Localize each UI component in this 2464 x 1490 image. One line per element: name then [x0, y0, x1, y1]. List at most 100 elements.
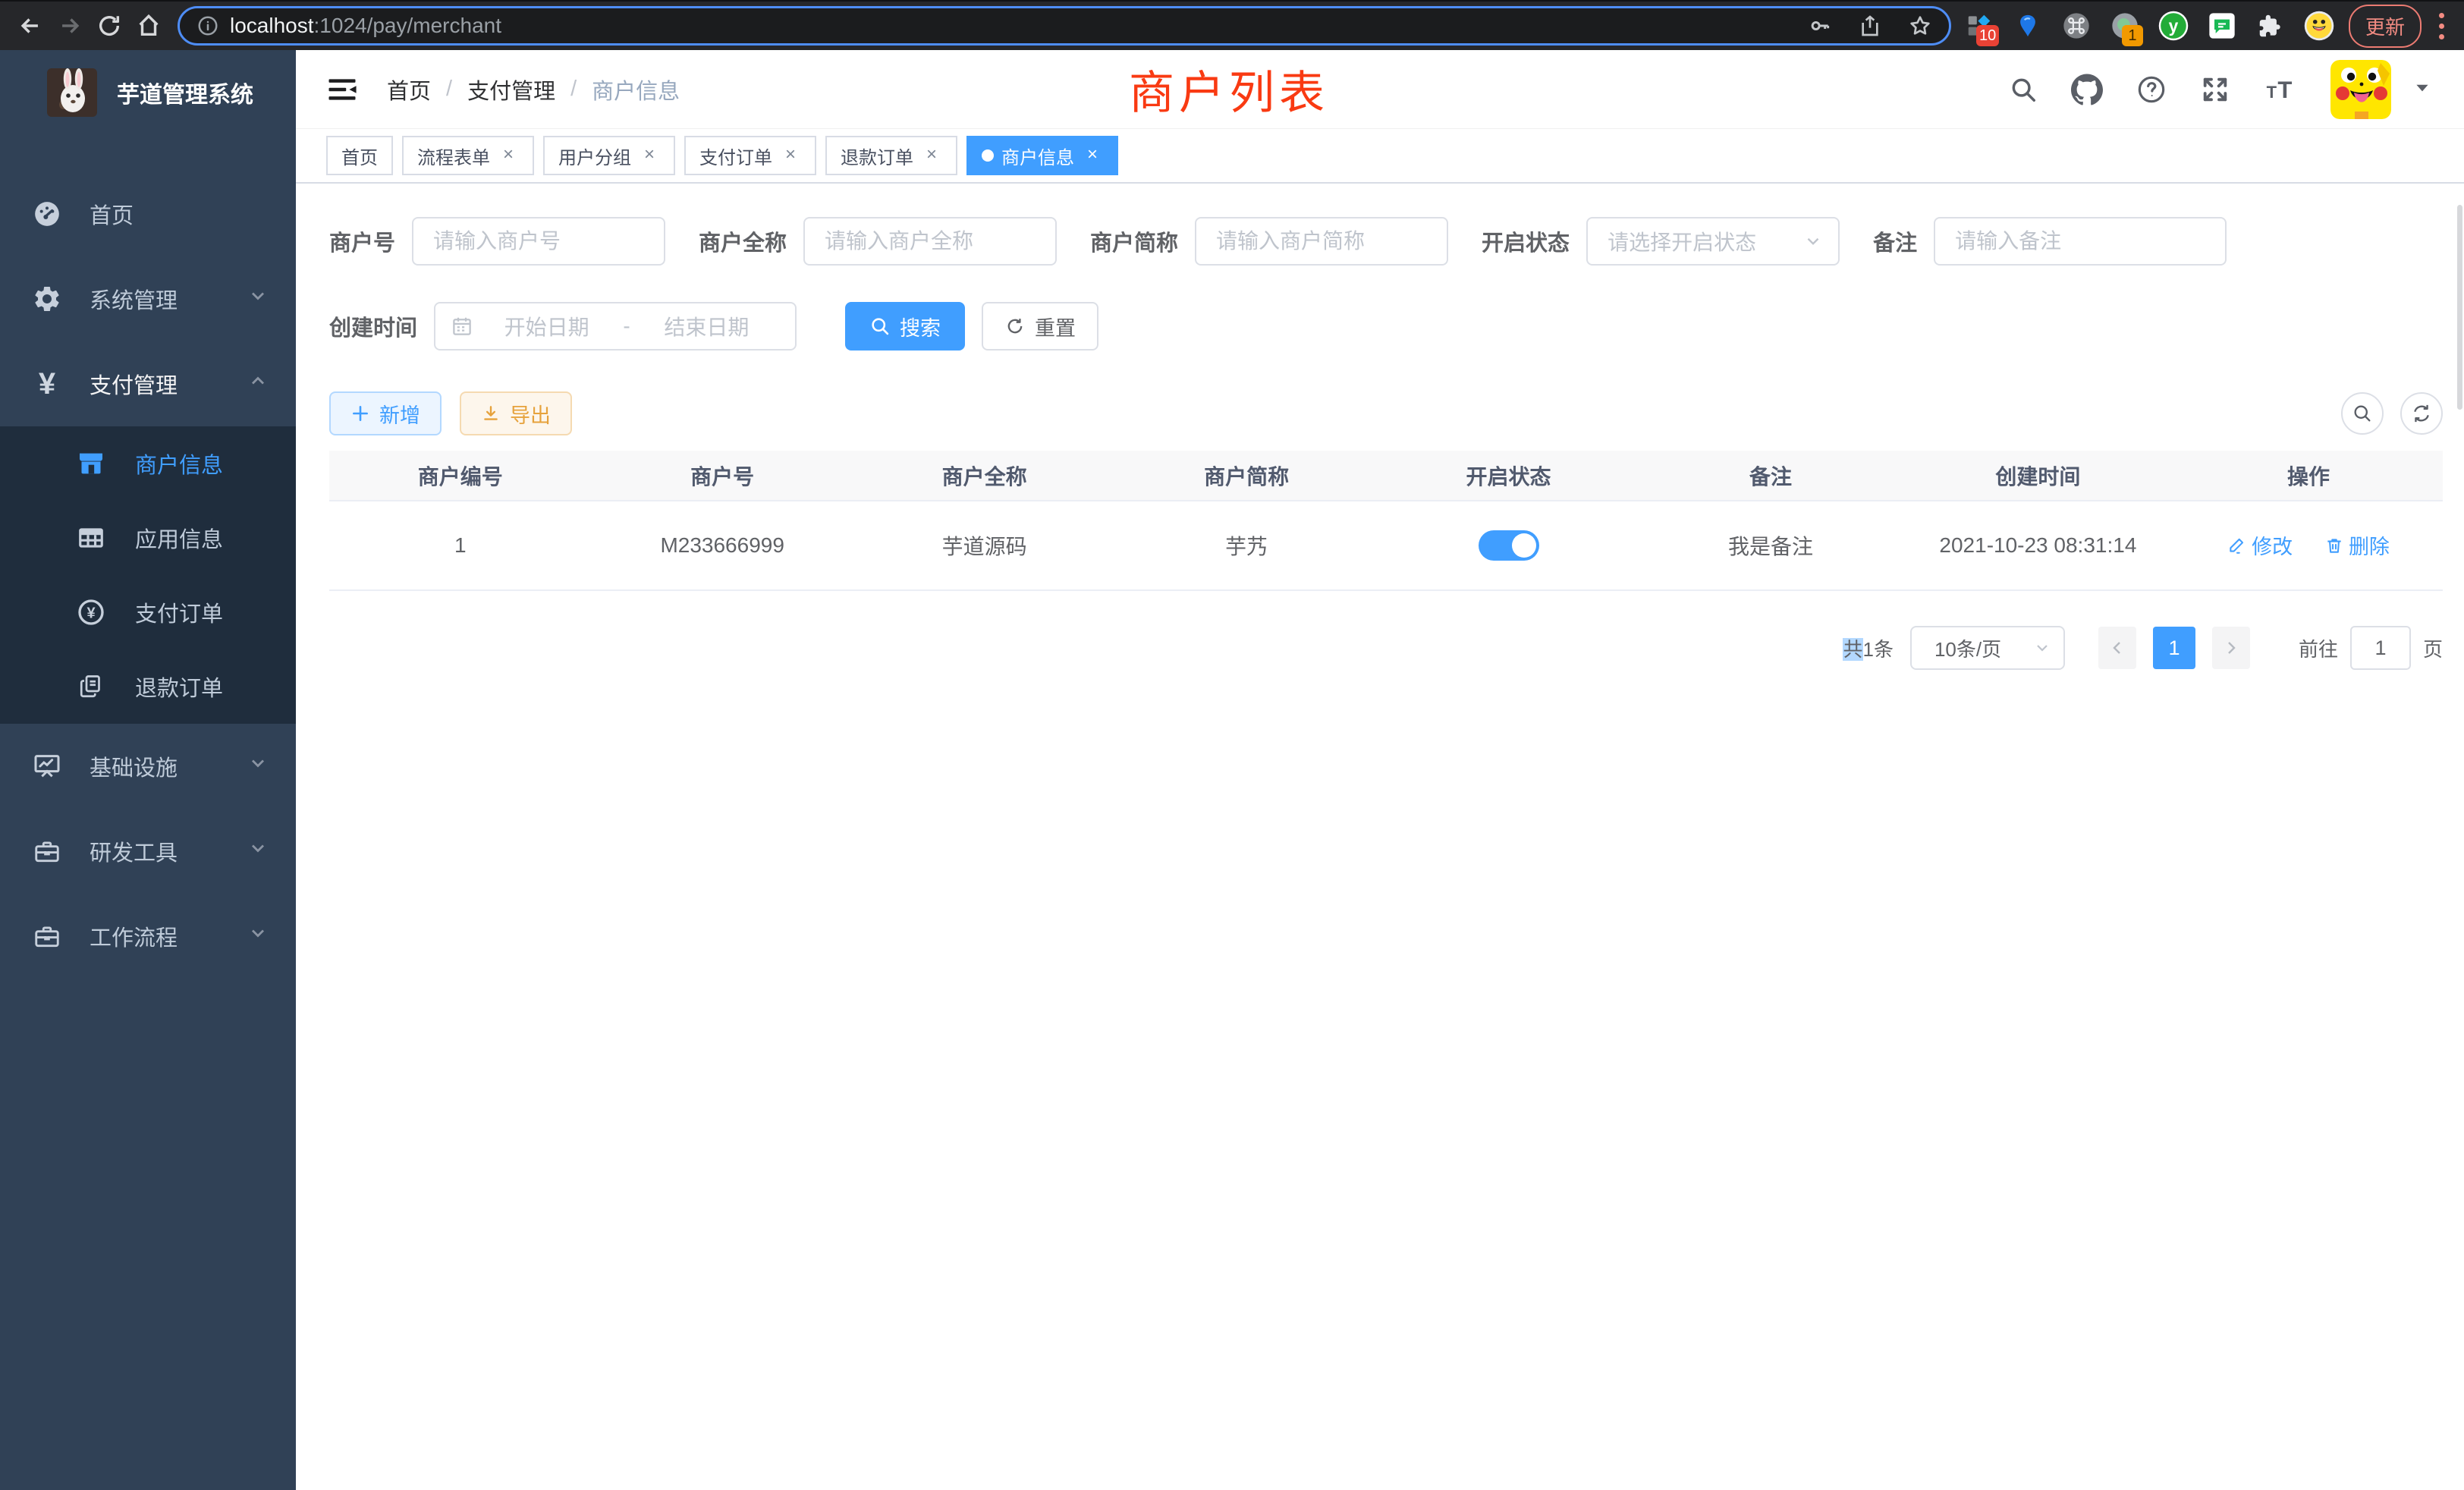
page-content: 商户号 商户全称 商户简称 开启状态 请选择开启状态 — [296, 184, 2464, 670]
fullscreen-icon[interactable] — [2200, 74, 2230, 105]
col-actions: 操作 — [2174, 451, 2443, 501]
tab-refund-order[interactable]: 退款订单× — [825, 136, 957, 175]
table-tools — [2341, 392, 2443, 435]
export-button[interactable]: 导出 — [460, 391, 572, 435]
edit-link[interactable]: 修改 — [2227, 530, 2293, 560]
sidebar-item-payment[interactable]: ¥ 支付管理 — [0, 341, 296, 426]
sidebar-item-label: 工作流程 — [90, 920, 178, 952]
browser-reload-button[interactable] — [90, 6, 129, 46]
extension-devtools-icon[interactable]: 10 — [1963, 10, 1995, 42]
sidebar-item-infrastructure[interactable]: 基础设施 — [0, 724, 296, 809]
sidebar-item-label: 支付订单 — [135, 596, 223, 628]
tab-close-icon[interactable]: × — [780, 145, 801, 166]
help-icon[interactable] — [2136, 74, 2167, 105]
tab-close-icon[interactable]: × — [498, 145, 519, 166]
tab-pay-order[interactable]: 支付订单× — [684, 136, 816, 175]
browser-home-button[interactable] — [129, 6, 168, 46]
tab-home[interactable]: 首页 — [326, 136, 393, 175]
github-icon[interactable] — [2071, 74, 2103, 105]
hide-search-button[interactable] — [2341, 392, 2384, 435]
back-arrow-icon — [17, 13, 43, 39]
filter-created-time: 创建时间 开始日期 - 结束日期 — [329, 302, 797, 350]
extension-chat-icon[interactable] — [2206, 10, 2238, 42]
extension-pin-icon[interactable] — [2012, 10, 2044, 42]
sidebar-logo[interactable]: 芋道管理系统 — [0, 50, 296, 135]
download-icon — [481, 404, 501, 423]
browser-back-button[interactable] — [11, 6, 50, 46]
prev-page-button[interactable] — [2098, 627, 2136, 669]
status-select[interactable]: 请选择开启状态 — [1586, 217, 1840, 266]
sidebar-fold-icon[interactable] — [326, 73, 360, 106]
pagination-total: 共1条 — [1843, 634, 1893, 662]
sidebar-item-dev-tools[interactable]: 研发工具 — [0, 809, 296, 894]
extensions-puzzle-icon[interactable] — [2255, 10, 2286, 42]
password-key-icon[interactable] — [1808, 14, 1832, 38]
search-icon — [2352, 403, 2373, 424]
tab-close-icon[interactable]: × — [639, 145, 660, 166]
extension-yudao-icon[interactable]: y — [2158, 10, 2189, 42]
browser-update-button[interactable]: 更新 — [2349, 5, 2422, 48]
page-size-select[interactable]: 10条/页 — [1910, 626, 2065, 670]
tab-merchant-info[interactable]: 商户信息× — [966, 136, 1118, 175]
delete-link[interactable]: 删除 — [2324, 530, 2390, 560]
sidebar-item-refund-order[interactable]: 退款订单 — [0, 649, 296, 724]
sidebar-item-label: 基础设施 — [90, 750, 178, 782]
search-button[interactable]: 搜索 — [845, 302, 965, 350]
window-scrollbar[interactable] — [2457, 205, 2462, 410]
date-end-placeholder: 结束日期 — [633, 311, 780, 341]
add-button[interactable]: 新增 — [329, 391, 442, 435]
refresh-table-button[interactable] — [2400, 392, 2443, 435]
tab-close-icon[interactable]: × — [1082, 145, 1103, 166]
browser-menu-button[interactable] — [2432, 9, 2450, 42]
col-created-at: 创建时间 — [1902, 451, 2174, 501]
remark-input[interactable] — [1934, 217, 2227, 266]
cell-actions: 修改 删除 — [2174, 501, 2443, 590]
browser-profile-avatar[interactable] — [2303, 10, 2335, 42]
short-name-input[interactable] — [1195, 217, 1448, 266]
tab-process-form[interactable]: 流程表单× — [402, 136, 534, 175]
tab-close-icon[interactable]: × — [921, 145, 942, 166]
tab-user-group[interactable]: 用户分组× — [543, 136, 675, 175]
puzzle-glyph-icon — [2256, 11, 2285, 40]
full-name-input[interactable] — [803, 217, 1057, 266]
yudao-glyph-icon: y — [2158, 9, 2189, 42]
goto-page-input[interactable] — [2350, 626, 2411, 670]
url-path: :1024/pay/merchant — [314, 14, 502, 37]
share-icon[interactable] — [1858, 14, 1882, 38]
refresh-cycle-icon — [2411, 403, 2432, 424]
pagination-total-selected: 共 — [1843, 638, 1862, 661]
breadcrumb-home[interactable]: 首页 — [387, 74, 431, 105]
extension-recorder-icon[interactable]: 1 — [2109, 10, 2141, 42]
sidebar-item-app-info[interactable]: 应用信息 — [0, 501, 296, 575]
site-info-icon[interactable] — [196, 14, 219, 37]
select-placeholder: 请选择开启状态 — [1608, 226, 1803, 256]
url-text: localhost:1024/pay/merchant — [230, 14, 1793, 38]
cell-remark: 我是备注 — [1639, 501, 1901, 590]
header-search-icon[interactable] — [2009, 75, 2038, 104]
briefcase-icon — [30, 919, 64, 953]
date-range-picker[interactable]: 开始日期 - 结束日期 — [434, 302, 797, 350]
pagination-total-rest: 1条 — [1863, 638, 1894, 661]
reset-button[interactable]: 重置 — [982, 302, 1098, 350]
chevron-down-icon — [1803, 231, 1823, 251]
breadcrumb-payment[interactable]: 支付管理 — [467, 74, 555, 105]
user-avatar[interactable] — [2330, 60, 2391, 119]
status-toggle-on[interactable] — [1479, 530, 1539, 561]
sidebar-item-workflow[interactable]: 工作流程 — [0, 894, 296, 979]
extension-command-icon[interactable] — [2060, 10, 2092, 42]
browser-forward-button[interactable] — [50, 6, 90, 46]
address-bar[interactable]: localhost:1024/pay/merchant — [178, 6, 1951, 46]
next-page-button[interactable] — [2212, 627, 2250, 669]
merchant-no-input[interactable] — [412, 217, 665, 266]
sidebar-item-pay-order[interactable]: ¥ 支付订单 — [0, 575, 296, 649]
svg-text:¥: ¥ — [86, 605, 96, 621]
sidebar-item-system[interactable]: 系统管理 — [0, 256, 296, 341]
font-size-icon[interactable]: TT — [2264, 73, 2297, 106]
red-annotation-label: 商户列表 — [1129, 56, 1329, 122]
bookmark-star-icon[interactable] — [1908, 14, 1932, 38]
sidebar-item-home[interactable]: 首页 — [0, 171, 296, 256]
page-number-1[interactable]: 1 — [2153, 627, 2195, 669]
sidebar-item-merchant-info[interactable]: 商户信息 — [0, 426, 296, 501]
avatar-caret-icon[interactable] — [2412, 77, 2432, 101]
sidebar-item-label: 商户信息 — [135, 448, 223, 479]
